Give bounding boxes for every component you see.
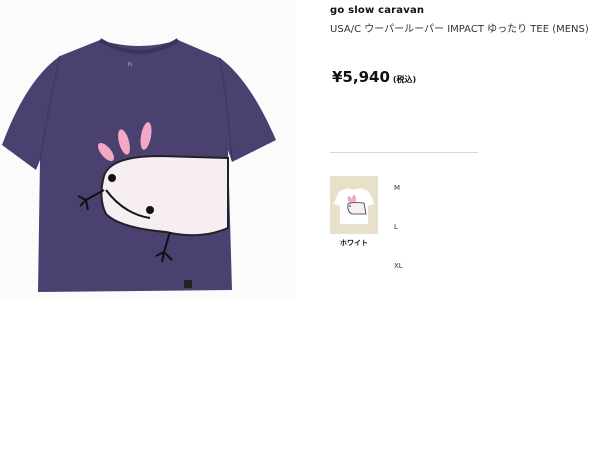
- divider: [330, 152, 478, 153]
- swatch-thumbnail: [330, 176, 378, 234]
- size-option-xl[interactable]: XL: [394, 262, 403, 270]
- tax-note: (税込): [392, 75, 417, 84]
- product-title: USA/C ウーパールーパー IMPACT ゆったり TEE (MENS): [330, 24, 589, 35]
- product-image: n: [0, 0, 296, 300]
- swatch-label: ホワイト: [340, 239, 368, 247]
- white-tshirt-thumbnail-icon: [334, 188, 374, 224]
- brand-name: go slow caravan: [330, 5, 425, 16]
- price-value: ¥5,940: [332, 68, 390, 86]
- size-option-m[interactable]: M: [394, 184, 400, 192]
- price: ¥5,940 (税込): [332, 68, 416, 86]
- tshirt-image-icon: n: [2, 38, 276, 292]
- svg-text:n: n: [128, 61, 132, 68]
- color-swatch-white[interactable]: ホワイト: [330, 176, 378, 248]
- size-option-l[interactable]: L: [394, 223, 398, 231]
